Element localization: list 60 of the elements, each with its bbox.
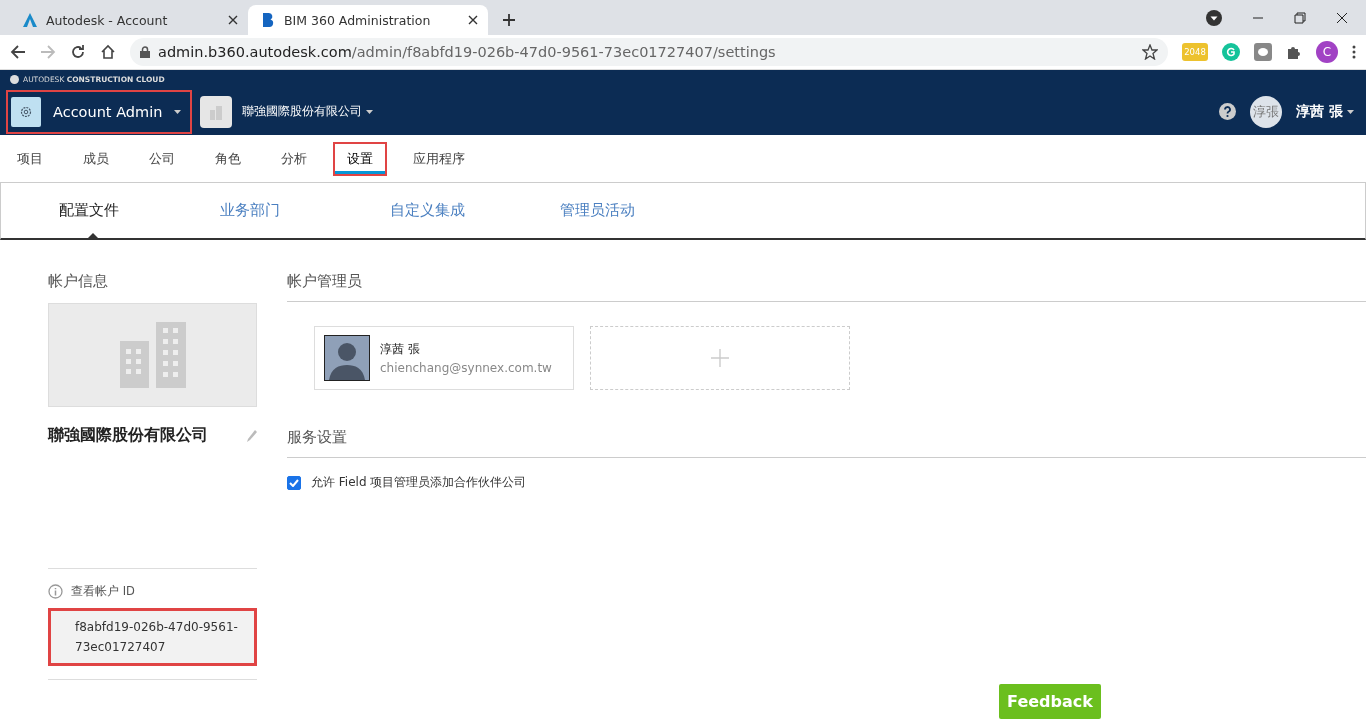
pencil-icon [247,429,257,442]
sub-tab[interactable]: 业务部门 [220,201,390,220]
sub-tab[interactable]: 自定义集成 [390,201,560,220]
close-icon [468,15,478,25]
globe-logo-icon [10,74,19,84]
plus-icon [711,349,729,367]
nav-tab[interactable]: 角色 [203,143,253,174]
home-icon [100,44,116,60]
close-icon [1336,11,1348,24]
lock-icon [140,46,150,58]
user-avatar[interactable]: 淳張 [1250,95,1283,128]
section-heading: 帐户管理员 [287,240,1366,302]
star-icon [1142,44,1158,60]
nav-tab[interactable]: 公司 [137,143,187,174]
url-text: admin.b360.autodesk.com/admin/f8abfd19-026b-47d0-9561-73ec01727407/settings [158,44,776,60]
nav-tab[interactable]: 应用程序 [401,143,477,174]
pointer-icon [87,233,99,239]
nav-tab[interactable]: 分析 [269,143,319,174]
nav-tab[interactable]: 设置 [335,143,385,174]
module-switcher[interactable]: Account Admin [8,91,191,132]
user-menu[interactable]: 淳茜 張 [1296,102,1354,121]
sub-tab[interactable]: 管理员活动 [560,201,730,220]
extension-icon[interactable] [1254,43,1272,61]
caret-icon [174,109,182,114]
option-label: 允许 Field 项目管理员添加合作伙伴公司 [311,474,527,491]
account-id-value: f8abfd19-026b-47d0-9561-73ec01727407 [48,608,257,666]
section-heading: 帐户信息 [48,272,109,291]
plus-icon [502,13,516,27]
sub-tab[interactable]: 配置文件 [59,201,220,220]
reload-icon [70,44,86,60]
settings-icon [11,96,41,127]
dropdown-icon [1206,9,1222,26]
close-icon [228,15,238,25]
nav-tab[interactable]: 成员 [71,143,121,174]
puzzle-icon[interactable] [1286,44,1302,60]
caret-icon [366,109,374,114]
address-bar[interactable]: admin.b360.autodesk.com/admin/f8abfd19-026b-47d0-9561-73ec01727407/settings [130,38,1168,66]
triangle-logo-icon [22,12,38,28]
building-icon [200,95,233,128]
account-switcher[interactable]: 聯強國際股份有限公司 [242,103,374,120]
profile-avatar[interactable]: C [1316,41,1338,63]
help-icon [1219,103,1237,120]
account-id-label: 查看帐户 ID [71,584,135,599]
info-icon [48,584,63,599]
browser-tab[interactable]: BIM 360 Administration [248,5,488,35]
section-heading: 服务设置 [287,418,1366,458]
admin-name: 淳茜 張 [380,341,421,358]
checkbox[interactable] [287,475,301,490]
admin-email: chienchang@synnex.com.tw [380,361,552,375]
caret-icon [1347,109,1354,114]
account-name: 聯強國際股份有限公司 [48,425,208,446]
extension-icon[interactable] [1222,43,1240,61]
letter-logo-icon [262,12,276,28]
restore-icon [1294,11,1306,24]
forward-icon [40,44,56,60]
person-silhouette-icon [324,335,370,381]
menu-icon [1352,45,1356,59]
back-icon [10,44,26,60]
nav-tab[interactable]: 项目 [5,143,55,174]
browser-tab[interactable]: Autodesk - Account [8,5,248,35]
